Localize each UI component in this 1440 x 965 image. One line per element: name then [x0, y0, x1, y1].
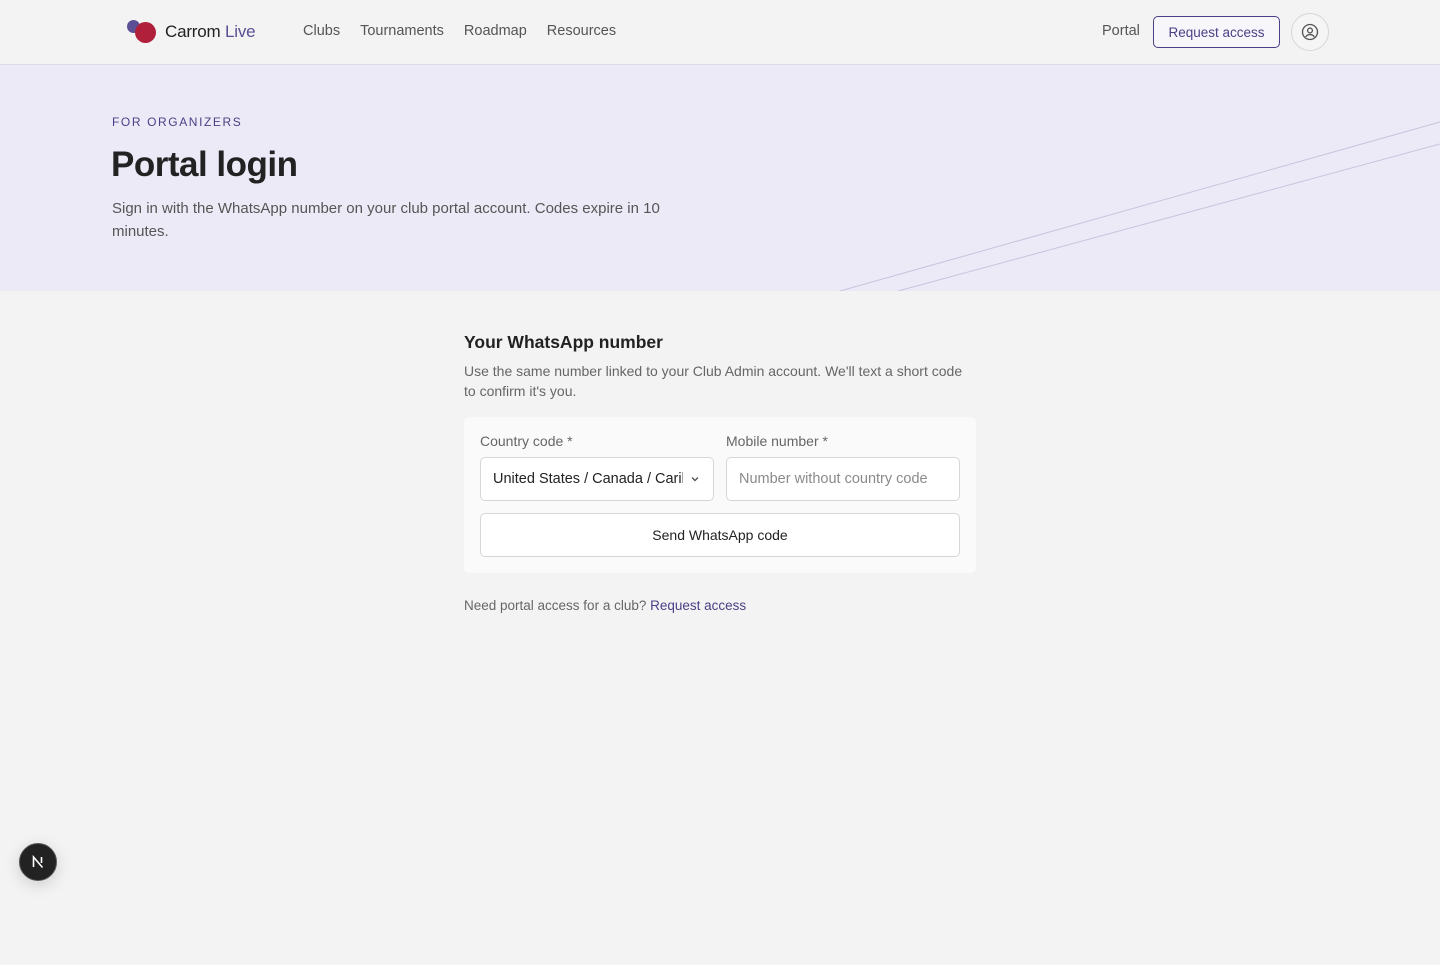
- hero-description: Sign in with the WhatsApp number on your…: [112, 200, 660, 240]
- dev-tools-badge[interactable]: N: [19, 843, 57, 881]
- main-nav: Clubs Tournaments Roadmap Resources: [303, 23, 616, 39]
- send-whatsapp-code-button[interactable]: Send WhatsApp code: [480, 513, 960, 557]
- form-description: Use the same number linked to your Club …: [464, 363, 963, 399]
- hero-eyebrow: FOR ORGANIZERS: [112, 115, 243, 129]
- form-title: Your WhatsApp number: [464, 332, 663, 352]
- request-access-button[interactable]: Request access: [1153, 16, 1280, 48]
- brand-logo[interactable]: Carrom Live: [126, 18, 256, 46]
- country-code-select[interactable]: United States / Canada / Caribbean (+1): [480, 457, 714, 501]
- access-note-text: Need portal access for a club?: [464, 598, 647, 613]
- chevron-down-icon: [691, 477, 699, 482]
- portal-link[interactable]: Portal: [1102, 23, 1140, 39]
- nav-roadmap[interactable]: Roadmap: [464, 23, 527, 39]
- account-button[interactable]: [1291, 13, 1329, 51]
- country-code-label: Country code *: [480, 433, 573, 449]
- request-access-link[interactable]: Request access: [650, 598, 746, 613]
- mobile-number-label: Mobile number *: [726, 433, 828, 449]
- page-title: Portal login: [111, 145, 298, 184]
- hero-banner: FOR ORGANIZERS Portal login Sign in with…: [0, 65, 1440, 291]
- nav-tournaments[interactable]: Tournaments: [360, 23, 444, 39]
- site-header: Carrom Live Clubs Tournaments Roadmap Re…: [0, 0, 1440, 65]
- mobile-number-input[interactable]: [726, 457, 960, 501]
- carrom-logo-icon: [126, 18, 158, 46]
- access-note: Need portal access for a club? Request a…: [464, 598, 746, 613]
- user-circle-icon: [1301, 23, 1319, 41]
- nav-resources[interactable]: Resources: [547, 23, 616, 39]
- nav-clubs[interactable]: Clubs: [303, 23, 340, 39]
- brand-name: Carrom Live: [165, 22, 256, 41]
- login-form-card: Country code * Mobile number * United St…: [464, 417, 976, 573]
- next-logo-icon: [32, 854, 44, 869]
- country-code-value: United States / Canada / Caribbean (+1): [493, 471, 683, 487]
